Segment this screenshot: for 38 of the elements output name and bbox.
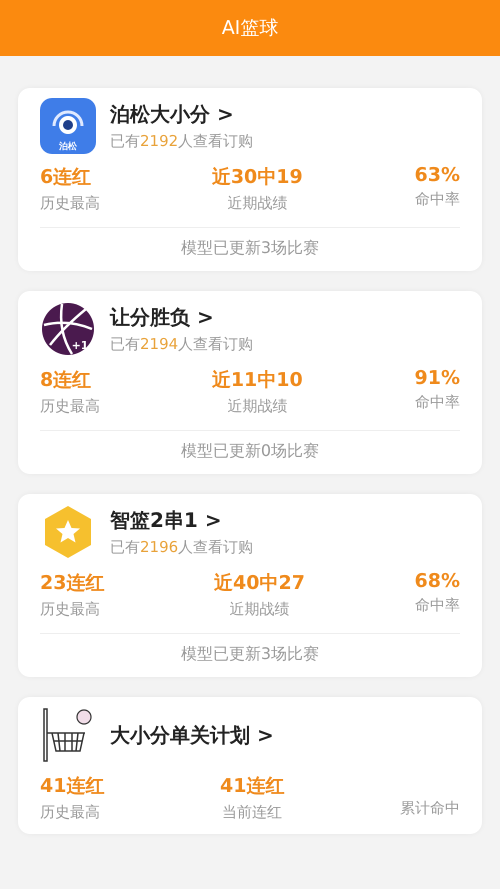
stat-label: 近期战绩 — [227, 397, 288, 416]
stat-label: 历史最高 — [40, 600, 100, 619]
app-logo-icon: 泊松 — [40, 98, 96, 154]
stat-label: 累计命中 — [400, 799, 460, 818]
stat-value: 近30中19 — [212, 165, 303, 190]
page-title: AI篮球 — [222, 16, 278, 41]
card-title-link[interactable]: 让分胜负 > — [110, 304, 214, 331]
stat-label: 当前连红 — [222, 803, 282, 822]
stat-value: 41连红 — [220, 774, 284, 799]
stat-value: 91% — [414, 367, 460, 389]
stat-label: 历史最高 — [40, 397, 100, 416]
update-status: 模型已更新3场比赛 — [180, 238, 320, 257]
subscriber-count: 已有2194人查看订购 — [110, 335, 254, 354]
stat-value: 6连红 — [40, 165, 92, 190]
stat-label: 历史最高 — [40, 194, 100, 213]
card-title-link[interactable]: 大小分单关计划 > — [110, 722, 274, 748]
stat-value: 近11中10 — [212, 368, 303, 393]
stat-value: 近40中27 — [214, 571, 305, 596]
stat-value: 63% — [414, 164, 460, 186]
update-status: 模型已更新0场比赛 — [180, 441, 320, 460]
stat-label: 近期战绩 — [227, 194, 288, 213]
model-card[interactable]: 泊松 泊松大小分 > 已有2192人查看订购 6连红 历史最高 近30中19 近期战绩 63% 命中率 模型已更新3场比赛 — [18, 88, 482, 271]
card-title-link[interactable]: 泊松大小分 > — [110, 101, 234, 128]
stat-label: 命中率 — [415, 190, 460, 209]
subscriber-count: 已有2192人查看订购 — [110, 132, 254, 151]
stat-label: 命中率 — [414, 596, 460, 615]
stat-label: 历史最高 — [40, 803, 100, 822]
stat-label: 近期战绩 — [229, 600, 290, 619]
stat-value: 8连红 — [40, 368, 92, 393]
stat-value: 41连红 — [40, 774, 104, 799]
subscriber-count: 已有2196人查看订购 — [110, 538, 254, 557]
model-card[interactable]: 大小分单关计划 > 41连红 历史最高 41连红 当前连红 累计命中 — [18, 697, 482, 834]
stat-value: 23连红 — [40, 571, 104, 596]
model-card[interactable]: 智篮2串1 > 已有2196人查看订购 23连红 历史最高 近40中27 近期战绩 68% 命中率 模型已更新3场比赛 — [18, 494, 482, 677]
stat-label: 命中率 — [415, 393, 460, 412]
update-status: 模型已更新3场比赛 — [180, 644, 320, 663]
stat-value: 68% — [414, 570, 460, 592]
card-title-link[interactable]: 智篮2串1 > — [110, 507, 222, 534]
